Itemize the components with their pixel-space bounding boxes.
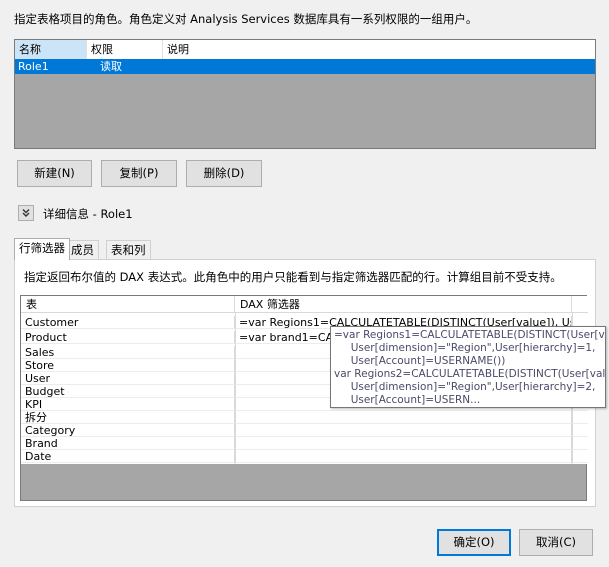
role-name: Role1 bbox=[18, 60, 49, 73]
role-row-role1[interactable]: Role1 读取 bbox=[15, 59, 595, 74]
filter-table-name: Sales bbox=[21, 346, 235, 359]
chevron-double-down-icon[interactable] bbox=[18, 205, 34, 221]
filter-row[interactable]: Category bbox=[21, 424, 588, 437]
copy-role-button[interactable]: 复制(P) bbox=[101, 160, 177, 187]
filter-dax-expression[interactable] bbox=[235, 450, 572, 463]
filter-table-name: User bbox=[21, 372, 235, 385]
filter-dax-expression[interactable] bbox=[235, 424, 572, 437]
new-role-button[interactable]: 新建(N) bbox=[17, 160, 92, 187]
roles-col-permission[interactable]: 权限 bbox=[87, 40, 163, 59]
role-description-cell bbox=[163, 59, 597, 74]
filter-dax-expression[interactable] bbox=[235, 437, 572, 450]
filter-table-name: 拆分 bbox=[21, 411, 235, 424]
role-description: 指定表格项目的角色。角色定义对 Analysis Services 数据库具有一… bbox=[14, 12, 478, 26]
details-title: 详细信息 - Role1 bbox=[43, 207, 133, 221]
tab-members[interactable]: 成员 bbox=[66, 240, 99, 259]
tab-tables-columns[interactable]: 表和列 bbox=[106, 240, 151, 259]
filter-table-name: KPI bbox=[21, 398, 235, 411]
dax-filter-tooltip: =var Regions1=CALCULATETABLE(DISTINCT(Us… bbox=[330, 326, 606, 408]
ok-button[interactable]: 确定(O) bbox=[437, 529, 511, 556]
row-filters-instruction: 指定返回布尔值的 DAX 表达式。此角色中的用户只能看到与指定筛选器匹配的行。计… bbox=[24, 270, 562, 284]
filter-table-name: Budget bbox=[21, 385, 235, 398]
filter-col-dax[interactable]: DAX 筛选器 bbox=[235, 296, 572, 313]
delete-role-button[interactable]: 删除(D) bbox=[186, 160, 262, 187]
filter-row[interactable]: Brand bbox=[21, 437, 588, 450]
roles-col-description[interactable]: 说明 bbox=[163, 40, 597, 59]
roles-col-name[interactable]: 名称 bbox=[15, 40, 87, 59]
roles-list-header: 名称 权限 说明 bbox=[15, 40, 595, 59]
filter-table-name: Store bbox=[21, 359, 235, 372]
filter-grid-header: 表 DAX 筛选器 bbox=[21, 296, 588, 313]
roles-list[interactable]: 名称 权限 说明 Role1 读取 bbox=[14, 39, 596, 149]
filter-table-name: Brand bbox=[21, 437, 235, 450]
cancel-button[interactable]: 取消(C) bbox=[519, 529, 593, 556]
role-permission: 读取 bbox=[100, 60, 122, 73]
filter-table-name: Date bbox=[21, 450, 235, 463]
filter-col-table[interactable]: 表 bbox=[21, 296, 235, 313]
filter-table-name: Product bbox=[21, 331, 235, 344]
filter-row[interactable]: Date bbox=[21, 450, 588, 463]
filter-table-name: Category bbox=[21, 424, 235, 437]
tab-row-filters[interactable]: 行筛选器 bbox=[14, 238, 70, 260]
filter-row[interactable]: 拆分 bbox=[21, 411, 588, 424]
filter-table-name: Customer bbox=[21, 316, 235, 329]
filter-dax-expression[interactable] bbox=[235, 411, 572, 424]
